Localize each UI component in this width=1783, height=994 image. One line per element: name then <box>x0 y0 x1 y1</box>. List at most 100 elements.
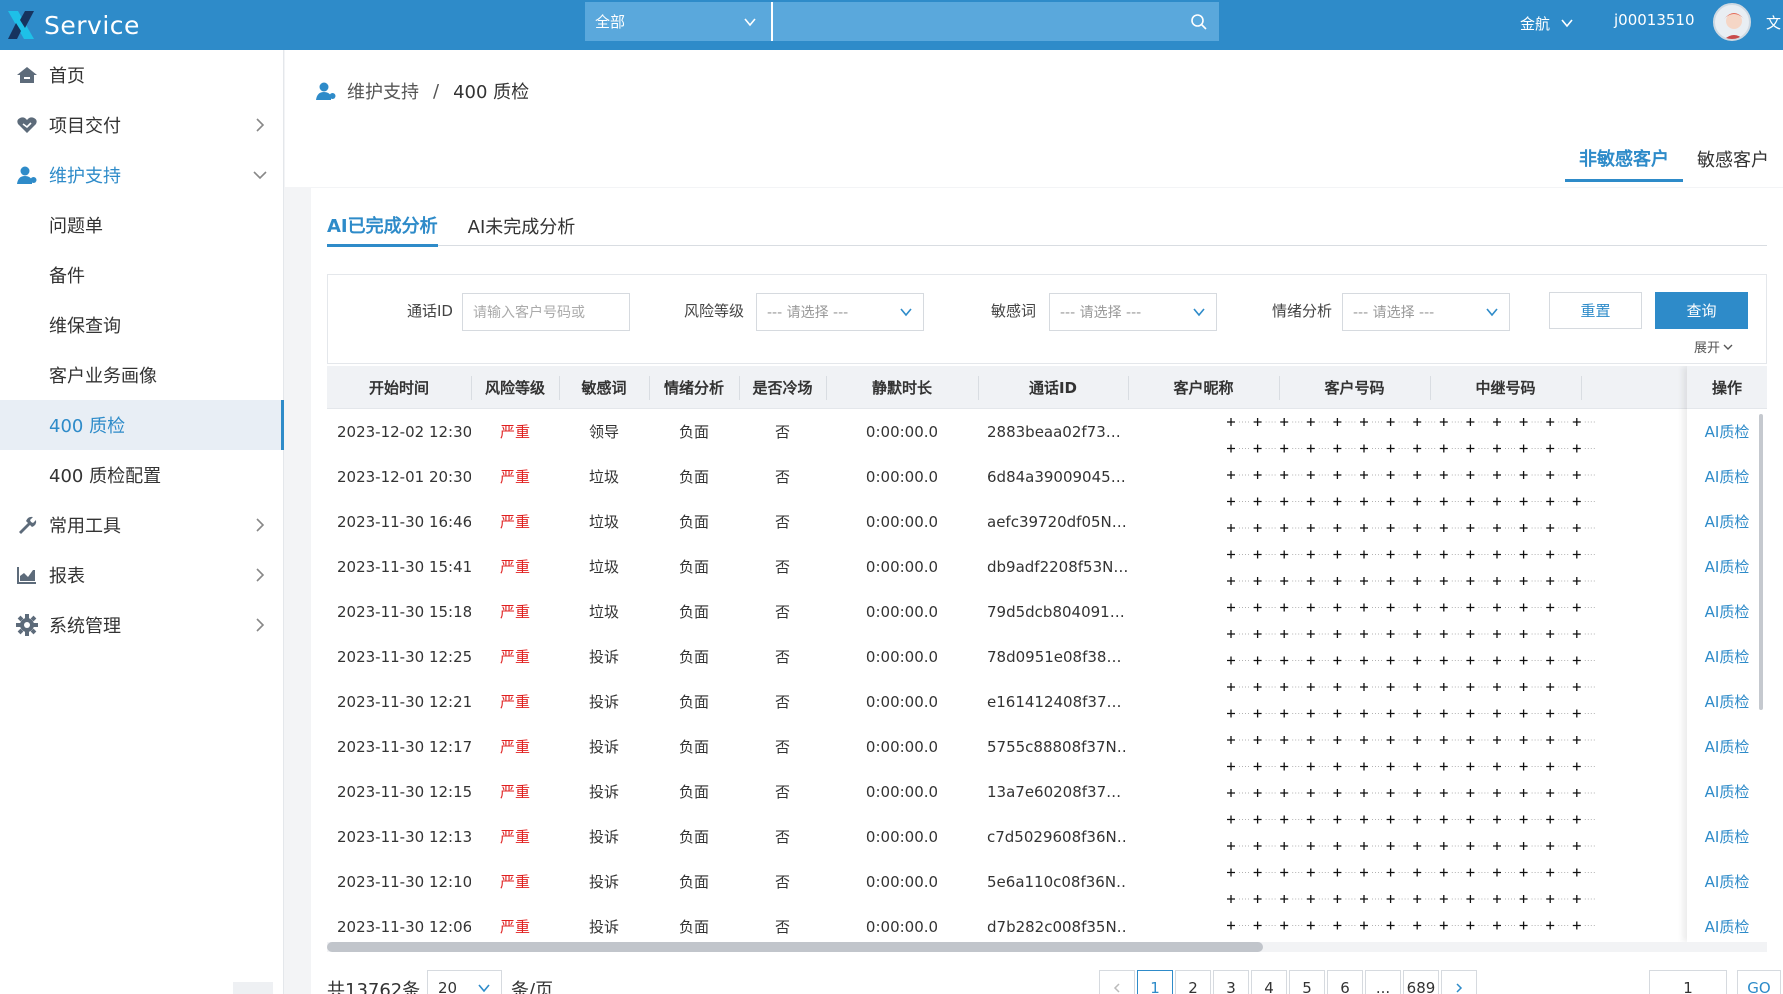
column-header-cold-field[interactable]: 是否冷场 <box>739 366 826 409</box>
page-button-2[interactable]: 2 <box>1175 970 1211 994</box>
page-size-select[interactable]: 20 <box>427 970 502 994</box>
column-header-trunk-number[interactable]: 中继号码 <box>1430 366 1581 409</box>
column-header-emotion[interactable]: 情绪分析 <box>649 366 739 409</box>
cell-call-id: c7d5029608f36N… <box>987 827 1127 846</box>
risk-level-value: --- 请选择 --- <box>767 305 849 321</box>
search-scope-value: 全部 <box>595 13 626 31</box>
search-icon[interactable] <box>1179 2 1219 41</box>
page-ellipsis[interactable]: ... <box>1365 970 1401 994</box>
tab-ai-incomplete[interactable]: AI未完成分析 <box>468 206 576 246</box>
query-button[interactable]: 查询 <box>1655 292 1748 329</box>
chevron-right-icon <box>1456 983 1463 993</box>
ai-qc-link[interactable]: AI质检 <box>1687 499 1767 544</box>
next-page-button[interactable] <box>1441 970 1477 994</box>
column-header-customer-nickname[interactable]: 客户昵称 <box>1128 366 1279 409</box>
call-id-input[interactable]: 请输入客户号码或 <box>462 293 630 331</box>
avatar[interactable] <box>1713 3 1751 41</box>
global-search: 全部 <box>585 2 1219 41</box>
sidebar-item-warranty-query[interactable]: 维保查询 <box>0 300 283 350</box>
column-header-call-id[interactable]: 通话ID <box>978 366 1128 409</box>
sidebar-item-customer-profile[interactable]: 客户业务画像 <box>0 350 283 400</box>
chevron-down-icon <box>1723 344 1733 350</box>
breadcrumb-current: 400 质检 <box>453 82 530 103</box>
ai-qc-link[interactable]: AI质检 <box>1687 679 1767 724</box>
expand-filters-toggle[interactable]: 展开 <box>1694 337 1733 356</box>
ai-qc-link[interactable]: AI质检 <box>1687 904 1767 942</box>
sidebar-item-label: 常用工具 <box>49 516 121 537</box>
cell-risk-level: 严重 <box>499 828 530 846</box>
sensitive-word-value: --- 请选择 --- <box>1060 305 1142 321</box>
horizontal-scrollbar[interactable] <box>327 942 1263 952</box>
search-input[interactable] <box>773 2 1179 41</box>
tab-ai-completed[interactable]: AI已完成分析 <box>327 206 438 247</box>
user-id[interactable]: j00013510 <box>1614 11 1695 29</box>
ai-qc-link[interactable]: AI质检 <box>1687 454 1767 499</box>
sidebar-item-spare-parts[interactable]: 备件 <box>0 250 283 300</box>
breadcrumb-parent[interactable]: 维护支持 <box>347 78 419 104</box>
ai-qc-link[interactable]: AI质检 <box>1687 544 1767 589</box>
page-button-4[interactable]: 4 <box>1251 970 1287 994</box>
vertical-scrollbar[interactable] <box>1759 414 1763 710</box>
prev-page-button[interactable] <box>1099 970 1135 994</box>
page-button-6[interactable]: 6 <box>1327 970 1363 994</box>
cell-cold-field: 否 <box>774 423 790 441</box>
cell-risk-level: 严重 <box>499 783 530 801</box>
sidebar-item-system-admin[interactable]: 系统管理 <box>0 600 283 650</box>
cell-start-time: 2023-11-30 12:15:21 <box>337 782 471 801</box>
chevron-down-icon <box>253 171 267 180</box>
ai-qc-link[interactable]: AI质检 <box>1687 634 1767 679</box>
column-divider <box>1581 376 1582 400</box>
cell-sensitive-word: 投诉 <box>588 648 619 666</box>
sidebar-item-400-qc[interactable]: 400 质检 <box>0 400 284 450</box>
cell-call-id: e161412408f37… <box>987 692 1122 711</box>
cell-emotion: 负面 <box>678 648 709 666</box>
risk-level-select[interactable]: --- 请选择 --- <box>756 293 924 331</box>
airline-switcher[interactable]: 金航 <box>1520 10 1574 36</box>
user-avatar-icon <box>1724 13 1744 39</box>
column-header-start-time[interactable]: 开始时间 <box>327 366 471 409</box>
page-jump-input[interactable]: 1 <box>1649 970 1727 994</box>
sidebar-item-tickets[interactable]: 问题单 <box>0 200 283 250</box>
sidebar-item-reports[interactable]: 报表 <box>0 550 283 600</box>
sidebar-collapse-handle[interactable] <box>233 982 273 994</box>
column-header-customer-number[interactable]: 客户号码 <box>1279 366 1430 409</box>
cell-emotion: 负面 <box>678 513 709 531</box>
cell-sensitive-word: 垃圾 <box>588 513 619 531</box>
sensitive-word-select[interactable]: --- 请选择 --- <box>1049 293 1217 331</box>
cell-call-id: 13a7e60208f37… <box>987 782 1122 801</box>
app-logo[interactable]: Service <box>6 6 140 44</box>
reset-button[interactable]: 重置 <box>1549 292 1642 329</box>
emotion-select[interactable]: --- 请选择 --- <box>1342 293 1510 331</box>
sidebar-item-project-delivery[interactable]: 项目交付 <box>0 100 283 150</box>
cell-call-id: 2883beaa02f73… <box>987 422 1121 441</box>
column-header-risk-level[interactable]: 风险等级 <box>471 366 559 409</box>
breadcrumb-separator: / <box>433 80 440 102</box>
sidebar-item-maintenance-support[interactable]: 维护支持 <box>0 150 283 200</box>
ai-qc-link[interactable]: AI质检 <box>1687 589 1767 634</box>
sidebar-item-common-tools[interactable]: 常用工具 <box>0 500 283 550</box>
cell-silence-duration: 0:00:00.0 <box>865 782 939 801</box>
cell-emotion: 负面 <box>678 783 709 801</box>
column-header-sensitive-word[interactable]: 敏感词 <box>559 366 649 409</box>
go-button[interactable]: GO <box>1737 970 1781 994</box>
search-scope-select[interactable]: 全部 <box>585 2 773 41</box>
ai-qc-link[interactable]: AI质检 <box>1687 409 1767 454</box>
tab-sensitive-customer[interactable]: 敏感客户 <box>1683 136 1783 182</box>
cell-silence-duration: 0:00:00.0 <box>865 827 939 846</box>
language-icon[interactable]: 文 <box>1766 12 1781 33</box>
cell-start-time: 2023-11-30 15:41:22 <box>337 557 471 576</box>
column-header-silence-duration[interactable]: 静默时长 <box>826 366 978 409</box>
page-button-3[interactable]: 3 <box>1213 970 1249 994</box>
page-button-1[interactable]: 1 <box>1137 970 1173 994</box>
page-button-5[interactable]: 5 <box>1289 970 1325 994</box>
cell-risk-level: 严重 <box>499 873 530 891</box>
ai-qc-link[interactable]: AI质检 <box>1687 769 1767 814</box>
sidebar-item-400-qc-config[interactable]: 400 质检配置 <box>0 450 283 500</box>
sidebar-item-home[interactable]: 首页 <box>0 50 283 100</box>
ai-qc-link[interactable]: AI质检 <box>1687 814 1767 859</box>
tab-non-sensitive-customer[interactable]: 非敏感客户 <box>1565 136 1683 182</box>
ai-qc-link[interactable]: AI质检 <box>1687 859 1767 904</box>
page-button-last[interactable]: 689 <box>1403 970 1439 994</box>
ai-qc-link[interactable]: AI质检 <box>1687 724 1767 769</box>
chevron-down-icon <box>1486 308 1498 317</box>
